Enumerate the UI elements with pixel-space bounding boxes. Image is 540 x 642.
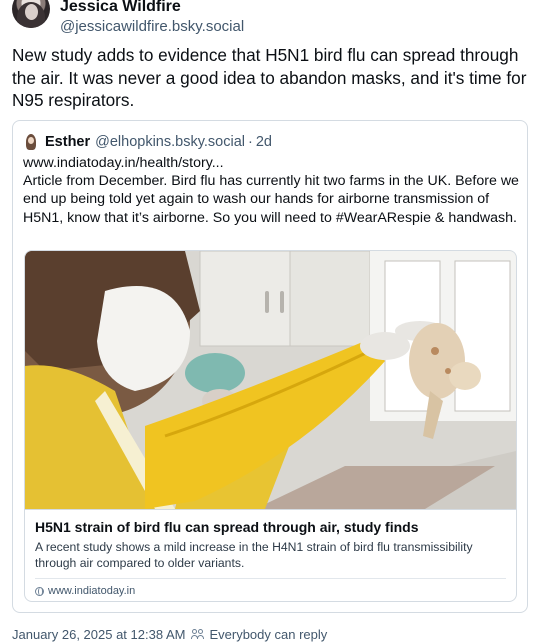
quoted-post-header: Esther @elhopkins.bsky.social · 2d bbox=[23, 133, 272, 151]
author-name[interactable]: Jessica Wildfire bbox=[60, 0, 181, 16]
link-card[interactable]: H5N1 strain of bird flu can spread throu… bbox=[24, 250, 517, 602]
post-text: New study adds to evidence that H5N1 bir… bbox=[12, 45, 527, 110]
link-card-image bbox=[25, 251, 516, 509]
link-card-divider bbox=[35, 578, 506, 579]
post-timestamp[interactable]: January 26, 2025 at 12:38 AM bbox=[12, 627, 185, 642]
link-card-domain: www.indiatoday.in bbox=[48, 585, 136, 597]
quoted-post-text: www.indiatoday.in/health/story... Articl… bbox=[23, 155, 519, 226]
post-author-header: Jessica Wildfire @jessicawildfire.bsky.s… bbox=[12, 0, 532, 36]
globe-icon bbox=[35, 586, 44, 596]
author-avatar[interactable] bbox=[12, 0, 50, 28]
link-card-title[interactable]: H5N1 strain of bird flu can spread throu… bbox=[35, 518, 507, 536]
quoted-author-avatar[interactable] bbox=[23, 134, 39, 150]
quoted-author-handle[interactable]: @elhopkins.bsky.social bbox=[95, 134, 245, 150]
link-card-description: A recent study shows a mild increase in … bbox=[35, 540, 473, 570]
link-card-body: H5N1 strain of bird flu can spread throu… bbox=[25, 509, 516, 601]
post-footer: January 26, 2025 at 12:38 AM Everybody c… bbox=[12, 625, 327, 642]
quoted-author-name[interactable]: Esther bbox=[45, 134, 90, 150]
people-icon bbox=[191, 628, 205, 640]
quoted-post-age[interactable]: 2d bbox=[256, 134, 272, 150]
author-handle[interactable]: @jessicawildfire.bsky.social bbox=[60, 18, 244, 36]
separator-dot: · bbox=[248, 134, 253, 150]
quoted-post[interactable]: Esther @elhopkins.bsky.social · 2d www.i… bbox=[12, 120, 528, 613]
reply-setting[interactable]: Everybody can reply bbox=[209, 627, 327, 642]
link-card-domain-row: www.indiatoday.in bbox=[35, 584, 135, 598]
